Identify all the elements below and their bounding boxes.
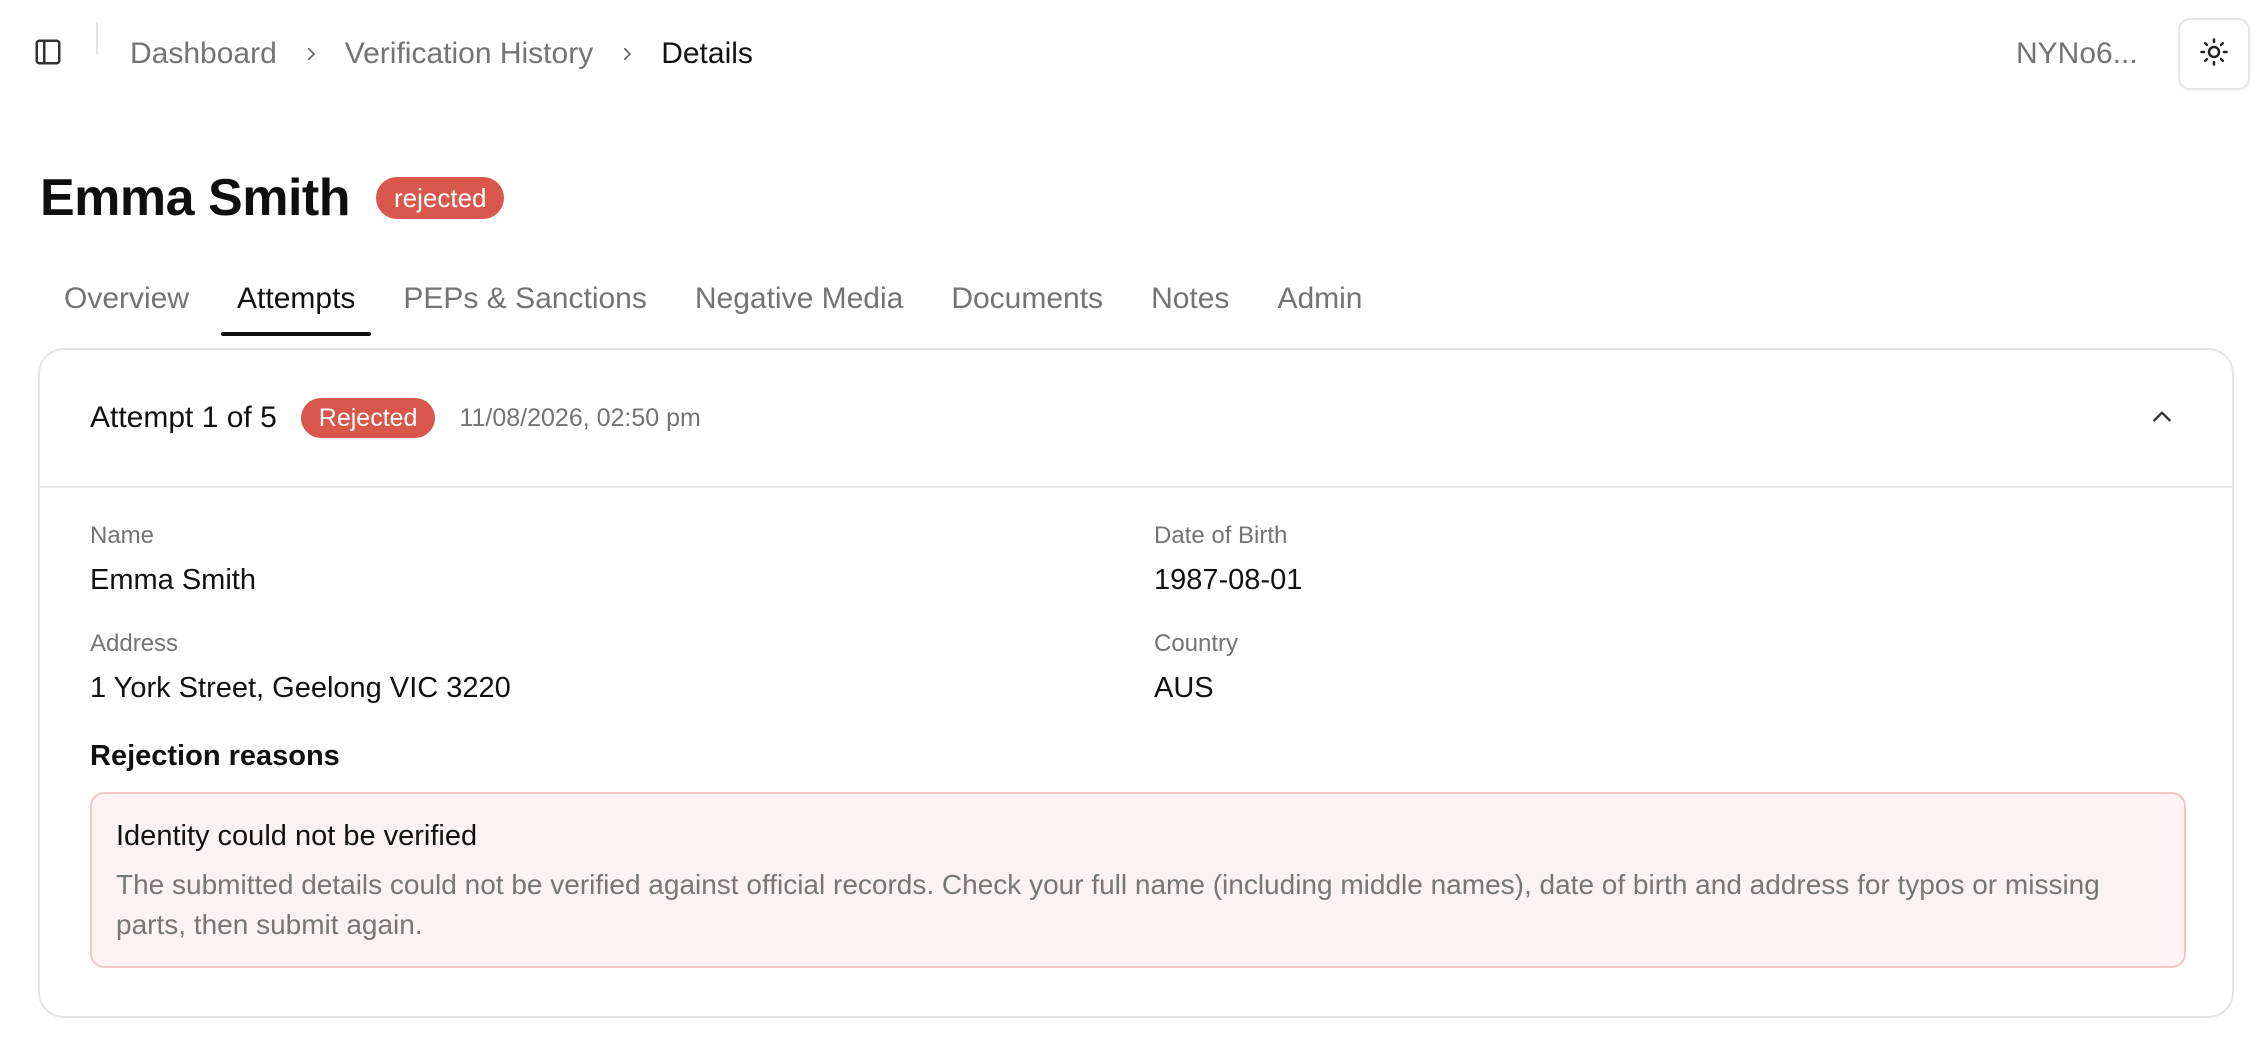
tab-documents[interactable]: Documents [927,270,1127,336]
theme-toggle-button[interactable] [2178,18,2250,90]
field-name: Name Emma Smith [90,522,256,597]
field-value: 1987-08-01 [1154,564,1303,596]
collapse-button[interactable] [2142,399,2182,439]
top-bar: Dashboard Verification History Details N… [0,0,2266,110]
tab-peps-sanctions[interactable]: PEPs & Sanctions [379,270,670,336]
attempt-card: Attempt 1 of 5 Rejected 11/08/2026, 02:5… [38,348,2234,1018]
breadcrumb: Dashboard Verification History Details [130,34,753,74]
page-title: Emma Smith [40,169,350,227]
field-country: Country AUS [1154,630,1238,705]
breadcrumb-dashboard[interactable]: Dashboard [130,37,277,71]
attempt-timestamp: 11/08/2026, 02:50 pm [459,403,701,432]
top-divider [96,22,98,54]
tab-overview[interactable]: Overview [40,270,213,336]
field-value: 1 York Street, Geelong VIC 3220 [90,672,511,704]
rejection-reasons-heading: Rejection reasons [90,740,340,772]
field-value: AUS [1154,672,1214,704]
chevron-right-icon [593,34,661,74]
field-value: Emma Smith [90,564,256,596]
sun-icon [2199,37,2229,72]
rejection-reason-description: The submitted details could not be verif… [116,869,2100,940]
chevron-up-icon [2149,404,2175,435]
rejection-reason-title: Identity could not be verified [116,820,478,852]
chevron-right-icon [277,34,345,74]
tab-negative-media[interactable]: Negative Media [671,270,927,336]
tab-bar: Overview Attempts PEPs & Sanctions Negat… [40,270,1386,336]
field-label: Date of Birth [1154,522,1288,549]
tab-attempts[interactable]: Attempts [213,270,379,336]
sidebar-toggle-button[interactable] [28,34,68,74]
field-label: Name [90,522,155,549]
status-badge: rejected [375,177,505,219]
attempt-card-header[interactable]: Attempt 1 of 5 Rejected 11/08/2026, 02:5… [40,350,2232,488]
user-id[interactable]: NYNo6... [2016,34,2138,74]
attempt-title: Attempt 1 of 5 [90,401,277,434]
breadcrumb-current: Details [661,37,753,70]
page-header: Emma Smith rejected [40,166,505,230]
field-label: Country [1154,630,1239,657]
rejection-reason-box: Identity could not be verified The submi… [90,792,2186,968]
sidebar-panel-icon [33,37,63,72]
tab-notes[interactable]: Notes [1127,270,1253,336]
field-address: Address 1 York Street, Geelong VIC 3220 [90,630,511,705]
tab-admin[interactable]: Admin [1253,270,1386,336]
field-label: Address [90,630,179,657]
field-date-of-birth: Date of Birth 1987-08-01 [1154,522,1302,597]
breadcrumb-verification-history[interactable]: Verification History [345,37,593,71]
attempt-status-badge: Rejected [300,398,436,438]
